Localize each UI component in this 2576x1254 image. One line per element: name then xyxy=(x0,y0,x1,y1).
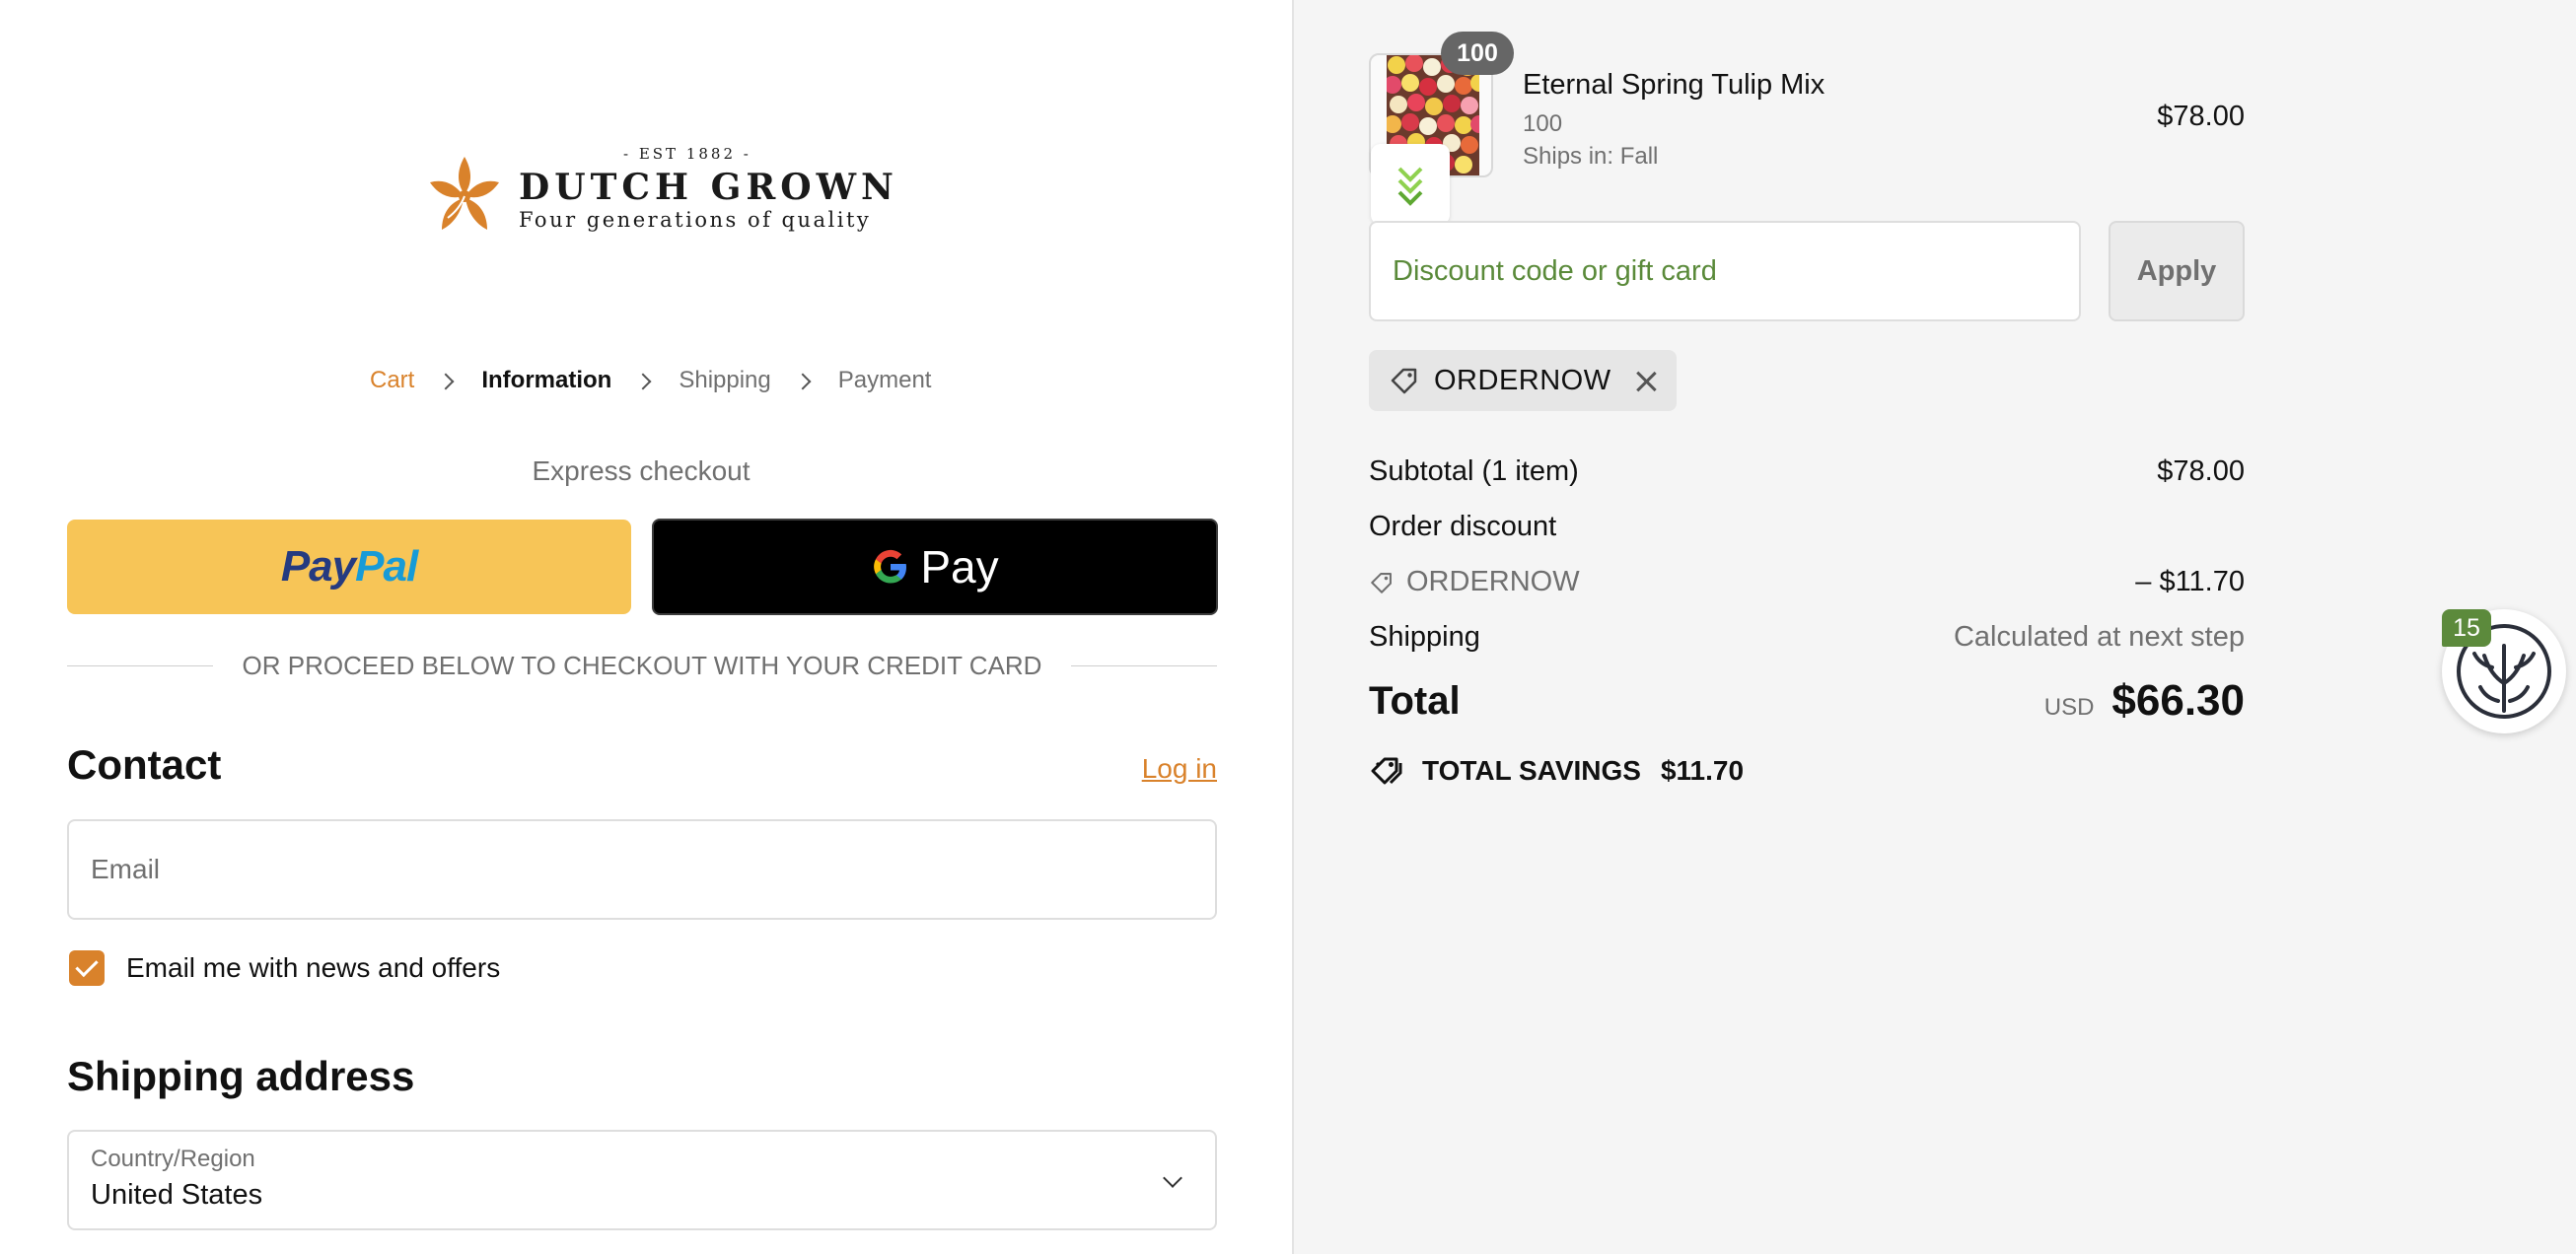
applied-code-chip: ORDERNOW xyxy=(1369,350,1677,411)
product-variant: 100 xyxy=(1523,110,1563,137)
newsletter-label[interactable]: Email me with news and offers xyxy=(126,952,500,984)
discount-code-field[interactable] xyxy=(1369,221,2081,321)
remove-code-close-icon[interactable] xyxy=(1635,370,1657,391)
google-g-icon xyxy=(874,549,907,584)
total-row: Total USD $66.30 xyxy=(1369,676,2245,726)
double-chevron-icon xyxy=(1397,167,1423,206)
breadcrumb-information: Information xyxy=(481,367,612,393)
newsletter-option[interactable]: Email me with news and offers xyxy=(69,950,500,986)
paypal-logo-part-b: Pal xyxy=(355,542,418,591)
double-chevron-down-icon[interactable] xyxy=(1371,144,1450,225)
shipping-row: Shipping Calculated at next step xyxy=(1369,621,2245,654)
flower-logo-icon xyxy=(430,157,499,230)
order-discount-row: Order discount xyxy=(1369,511,2245,543)
chevron-right-icon xyxy=(799,375,811,386)
express-divider: OR PROCEED BELOW TO CHECKOUT WITH YOUR C… xyxy=(67,651,1218,681)
product-price: $78.00 xyxy=(2157,101,2245,132)
total-savings-label: TOTAL SAVINGS xyxy=(1422,755,1641,786)
tree-count-badge: 15 xyxy=(2442,609,2491,647)
total-savings-row: TOTAL SAVINGS $11.70 xyxy=(1369,753,1744,789)
breadcrumb-payment: Payment xyxy=(837,367,932,393)
product-name: Eternal Spring Tulip Mix xyxy=(1523,69,1825,101)
brand-logo[interactable]: - EST 1882 - DUTCH GROWN Four generation… xyxy=(426,143,894,242)
email-input[interactable] xyxy=(69,821,1215,918)
order-discount-label: Order discount xyxy=(1369,511,1557,542)
express-checkout-title: Express checkout xyxy=(532,455,751,486)
subtotal-value: $78.00 xyxy=(2157,455,2245,487)
breadcrumb-shipping: Shipping xyxy=(679,367,771,393)
currency-code: USD xyxy=(2043,694,2095,721)
divider-line xyxy=(1071,665,1218,666)
discount-code-display: ORDERNOW xyxy=(1369,566,1580,598)
newsletter-checkbox[interactable] xyxy=(69,950,105,986)
logo-est-text: - EST 1882 - xyxy=(623,145,751,163)
total-label: Total xyxy=(1369,678,1461,723)
discount-code-name: ORDERNOW xyxy=(1406,566,1580,597)
discount-code-input[interactable] xyxy=(1371,223,2079,319)
paypal-button[interactable]: PayPal xyxy=(67,520,631,614)
shipping-label: Shipping xyxy=(1369,621,1480,653)
tag-icon xyxy=(1391,368,1417,394)
log-in-link[interactable]: Log in xyxy=(1142,753,1217,785)
chevron-down-icon xyxy=(1163,1168,1182,1188)
checkout-page: - EST 1882 - DUTCH GROWN Four generation… xyxy=(0,0,2576,1254)
shipping-value: Calculated at next step xyxy=(1953,621,2245,653)
quantity-badge: 100 xyxy=(1441,32,1514,75)
apply-discount-button[interactable]: Apply xyxy=(2109,221,2245,321)
email-field[interactable] xyxy=(67,819,1217,920)
chevron-right-icon xyxy=(639,375,651,386)
applied-code-label: ORDERNOW xyxy=(1434,364,1611,396)
logo-name-text: DUTCH GROWN xyxy=(519,167,898,208)
discount-amount: – $11.70 xyxy=(2135,566,2245,597)
chevron-right-icon xyxy=(442,375,454,386)
breadcrumb: Cart Information Shipping Payment xyxy=(370,367,931,394)
total-amount-group: USD $66.30 xyxy=(2044,676,2245,726)
divider-text: OR PROCEED BELOW TO CHECKOUT WITH YOUR C… xyxy=(242,651,1042,680)
google-pay-button[interactable]: Pay xyxy=(652,519,1218,615)
paypal-logo: PayPal xyxy=(280,542,418,592)
country-region-label: Country/Region xyxy=(91,1146,255,1172)
contact-title: Contact xyxy=(67,741,222,788)
subtotal-label: Subtotal (1 item) xyxy=(1369,455,1579,487)
savings-tag-icon xyxy=(1371,757,1402,785)
shipping-address-title: Shipping address xyxy=(67,1053,415,1099)
product-ship-season: Ships in: Fall xyxy=(1523,143,1659,170)
total-amount: $66.30 xyxy=(2111,676,2245,725)
tag-icon xyxy=(1371,572,1392,593)
subtotal-row: Subtotal (1 item) $78.00 xyxy=(1369,455,2245,488)
checkout-main-column: - EST 1882 - DUTCH GROWN Four generation… xyxy=(0,0,1292,1254)
country-region-value: United States xyxy=(91,1179,263,1211)
breadcrumb-cart-link[interactable]: Cart xyxy=(370,367,414,394)
country-region-select[interactable]: Country/Region United States xyxy=(67,1130,1217,1230)
google-pay-label: Pay xyxy=(920,541,999,592)
total-savings-amount: $11.70 xyxy=(1660,755,1745,786)
discount-code-row: ORDERNOW – $11.70 xyxy=(1369,566,2245,598)
paypal-logo-part-a: Pay xyxy=(280,542,356,591)
divider-line xyxy=(67,665,213,666)
logo-tagline-text: Four generations of quality xyxy=(519,208,872,232)
